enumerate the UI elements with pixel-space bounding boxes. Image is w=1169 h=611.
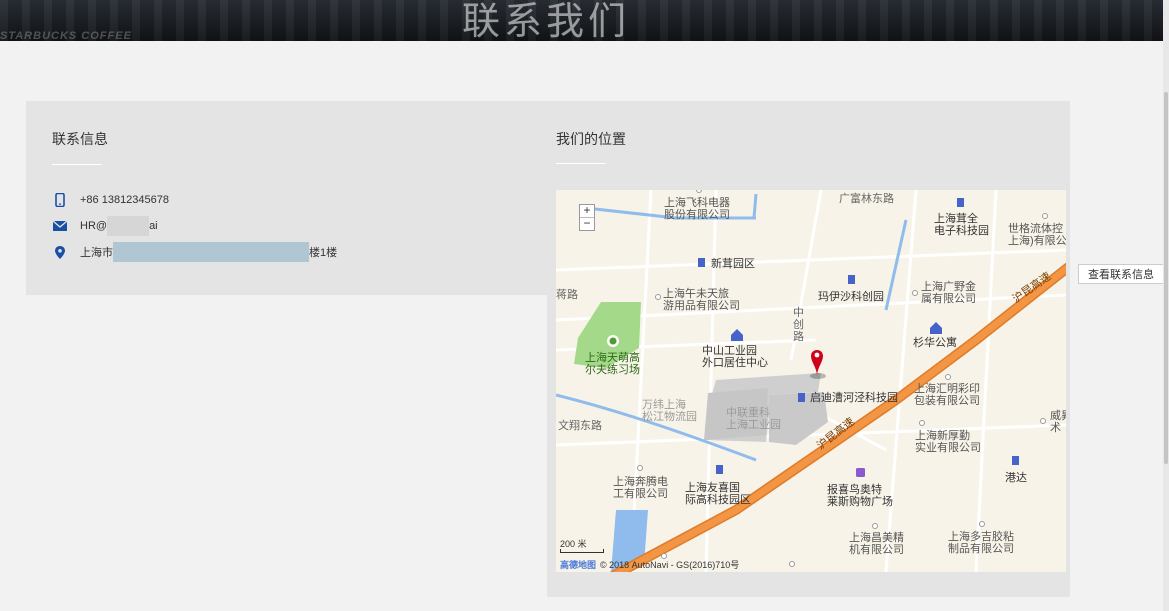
map-label-road-west: 蒋路	[556, 289, 578, 301]
map-label-feike: 上海飞科电器 股份有限公司	[664, 197, 730, 221]
map-copyright: © 2018 AutoNavi - GS(2016)710号	[600, 560, 740, 570]
map-label-wuwei: 上海午未天旅 游用品有限公司	[663, 288, 740, 312]
map-label-ruiquan: 上海茸全 电子科技园	[934, 213, 989, 237]
heading-divider	[556, 163, 606, 164]
map-label-shige: 世格流体控 上海)有限公	[1008, 223, 1066, 247]
banner-title: 联系我们	[462, 0, 631, 41]
address-suffix: 楼1楼	[309, 247, 338, 259]
map-label-weixiang-road: 文翔东路	[558, 420, 602, 432]
map-label-zhongchuang-road: 中创路	[793, 307, 804, 343]
address-row: 上海市 楼1楼	[52, 242, 338, 262]
redacted-address	[113, 242, 309, 262]
redacted-email	[107, 216, 150, 236]
map-label-guangfu-road: 广富林东路	[839, 193, 894, 205]
contact-info-panel: 联系信息 +86 13812345678 HR@ ai 上海市 楼1楼	[26, 101, 547, 295]
map-label-shanhua: 杉华公寓	[913, 337, 957, 349]
map-provider-logo[interactable]: 高德地图	[560, 560, 596, 570]
phone-icon	[52, 192, 68, 208]
map-label-wantong: 万纬上海 松江物流园	[642, 399, 697, 423]
map-label-guangye: 上海广野金 属有限公司	[921, 281, 976, 305]
heading-divider	[52, 164, 102, 165]
map-label-xinhoumian: 上海新厚勤 实业有限公司	[915, 430, 981, 454]
scrollbar-thumb[interactable]	[1164, 92, 1168, 464]
map-label-huiming: 上海汇明彩印 包装有限公司	[914, 383, 980, 407]
map-attribution: 高德地图 © 2018 AutoNavi - GS(2016)710号	[560, 558, 739, 571]
location-marker-pin	[810, 350, 826, 379]
location-heading: 我们的位置	[556, 131, 626, 147]
map-label-gangda: 港达	[1005, 472, 1027, 484]
view-contact-button[interactable]: 查看联系信息	[1078, 264, 1164, 284]
phone-row: +86 13812345678	[52, 192, 169, 208]
map-scale-bar	[560, 549, 604, 553]
phone-number: +86 13812345678	[80, 194, 170, 206]
map-label-youxi: 上海友喜国 际高科技园区	[685, 482, 751, 506]
mail-icon	[52, 218, 68, 234]
zoom-out-button[interactable]: −	[580, 217, 594, 230]
address-prefix: 上海市	[80, 247, 113, 259]
page-banner: STARBUCKS COFFEE 联系我们	[0, 0, 1163, 41]
email-row: HR@ ai	[52, 216, 158, 236]
map-label-mayisha: 玛伊沙科创园	[818, 291, 884, 303]
location-pin-icon	[52, 244, 68, 260]
map-label-zhonglian: 中联重科 上海工业园	[726, 407, 781, 431]
map-zoom-control: + −	[579, 204, 595, 231]
contact-info-heading: 联系信息	[52, 131, 108, 147]
map-label-benteng: 上海奔腾电 工有限公司	[613, 476, 668, 500]
map-view[interactable]: 上海飞科电器 股份有限公司 广富林东路 上海茸全 电子科技园 世格流体控 上海)有限公…	[556, 190, 1066, 572]
map-label-tianmeng: 上海天萌高 尔夫练习场	[585, 352, 640, 376]
location-panel: 我们的位置 上海飞科电器 股份有限公司 广富林东路 上海茸全 电子科技园 世格流…	[547, 101, 1070, 597]
map-base-layer	[556, 190, 1066, 572]
map-label-baoxi: 报喜鸟奥特 莱斯购物广场	[827, 484, 893, 508]
map-label-changmei: 上海昌美精 机有限公司	[849, 532, 904, 556]
email-prefix: HR@	[80, 220, 108, 232]
map-label-xinfei: 新茸园区	[711, 258, 755, 270]
banner-shop-text: STARBUCKS COFFEE	[0, 30, 132, 41]
map-label-duoji: 上海多吉胶粘 制品有限公司	[948, 531, 1014, 555]
map-label-weisheng: 威昇术	[1050, 410, 1066, 434]
email-suffix: ai	[149, 220, 158, 232]
map-label-zhongshan: 中山工业园 外口居住中心	[702, 345, 768, 369]
page-scrollbar[interactable]	[1163, 0, 1169, 611]
map-label-qidi: 启迪漕河泾科技园	[810, 392, 898, 404]
